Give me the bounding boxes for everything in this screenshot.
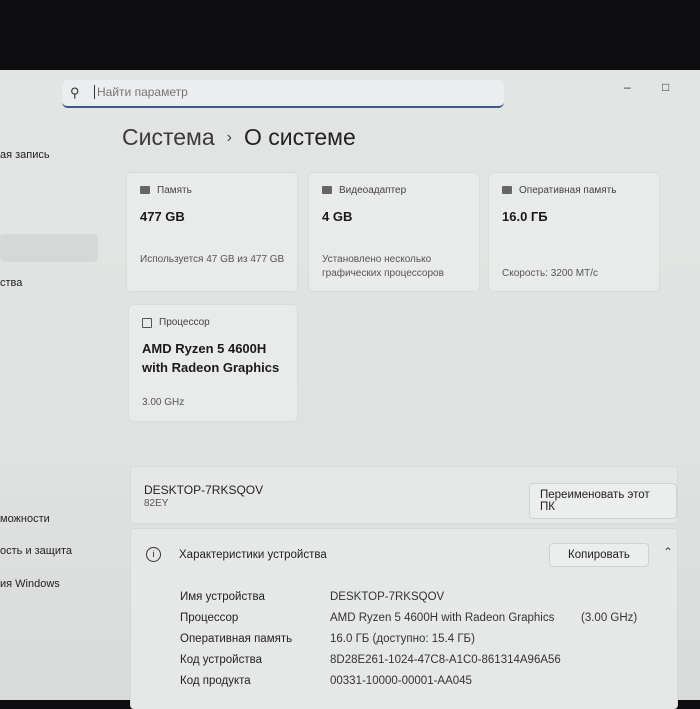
breadcrumb: Система › О системе (122, 124, 356, 151)
spec-label: Код продукта (180, 675, 251, 687)
card-value: 16.0 ГБ (502, 209, 548, 224)
cpu-icon (142, 318, 152, 328)
card-sub: 3.00 GHz (142, 397, 185, 408)
ram-icon (502, 186, 512, 194)
card-label: Оперативная память (519, 185, 617, 196)
info-icon: i (146, 547, 161, 562)
card-value: 4 GB (322, 209, 353, 224)
search-icon: ⚲ (70, 85, 80, 100)
cpu-card[interactable]: Процессор AMD Ryzen 5 4600H with Radeon … (128, 304, 298, 422)
gpu-icon (322, 186, 332, 194)
spec-extra: (3.00 GHz) (581, 612, 638, 624)
card-label: Процессор (159, 317, 210, 328)
specs-title: Характеристики устройства (179, 549, 327, 561)
card-sub: Используется 47 GB из 477 GB (140, 254, 285, 265)
chevron-up-icon[interactable]: ⌃ (663, 545, 673, 559)
sidebar-item-devices[interactable]: ства (0, 277, 22, 289)
card-value: AMD Ryzen 5 4600H with Radeon Graphics (142, 341, 280, 375)
maximize-button[interactable]: □ (662, 80, 669, 94)
sidebar-item-windows-update[interactable]: ия Windows (0, 578, 60, 590)
card-sub: Скорость: 3200 МТ/с (502, 268, 598, 279)
device-name: DESKTOP-7RKSQOV (144, 483, 264, 497)
ram-card[interactable]: Оперативная память 16.0 ГБ Скорость: 320… (488, 172, 660, 292)
card-sub: Установлено несколько графических процес… (322, 254, 444, 279)
spec-value: 8D28E261-1024-47C8-A1C0-861314A96A56 (330, 654, 561, 666)
page-title: О системе (243, 124, 356, 150)
spec-label: Код устройства (180, 654, 262, 666)
sidebar-item-accessibility[interactable]: можности (0, 513, 50, 525)
gpu-card[interactable]: Видеоадаптер 4 GB Установлено несколько … (308, 172, 480, 292)
sidebar-item-account[interactable]: ая запись (0, 149, 50, 161)
card-value: 477 GB (140, 209, 185, 224)
card-label: Память (157, 185, 192, 196)
spec-value: 00331-10000-00001-AA045 (330, 675, 472, 687)
rename-pc-button[interactable]: Переименовать этот ПК (529, 483, 677, 519)
device-name-panel: DESKTOP-7RKSQOV 82EY Переименовать этот … (130, 466, 678, 524)
spec-value: 16.0 ГБ (доступно: 15.4 ГБ) (330, 633, 475, 645)
sidebar-item-privacy[interactable]: ость и защита (0, 545, 72, 557)
search-input[interactable] (94, 85, 477, 99)
card-label: Видеоадаптер (339, 185, 407, 196)
spec-label: Процессор (180, 612, 239, 624)
breadcrumb-system[interactable]: Система (122, 124, 215, 150)
copy-button[interactable]: Копировать (549, 543, 649, 567)
spec-label: Имя устройства (180, 591, 265, 603)
spec-label: Оперативная память (180, 633, 293, 645)
spec-value: AMD Ryzen 5 4600H with Radeon Graphics (330, 612, 555, 624)
sidebar-item-selected[interactable] (0, 234, 98, 262)
chevron-right-icon: › (226, 129, 232, 146)
spec-value: DESKTOP-7RKSQOV (330, 591, 445, 603)
search-box[interactable]: ⚲ (62, 80, 504, 108)
storage-icon (140, 186, 150, 194)
device-model: 82EY (144, 498, 169, 509)
minimize-button[interactable]: – (624, 80, 631, 94)
storage-card[interactable]: Память 477 GB Используется 47 GB из 477 … (126, 172, 298, 292)
